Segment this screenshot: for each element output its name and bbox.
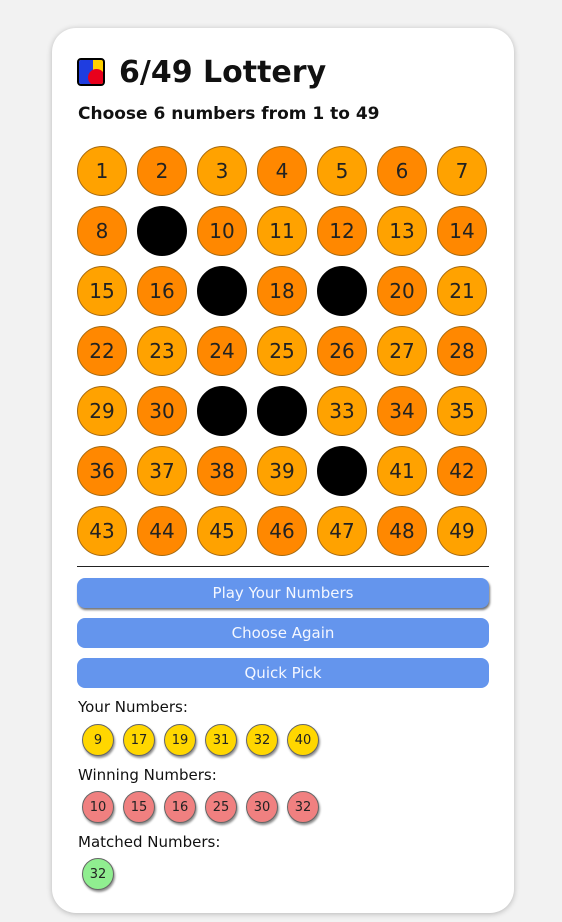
- number-ball-2[interactable]: 2: [137, 146, 187, 196]
- lottery-logo-icon: [77, 58, 105, 86]
- number-ball-27[interactable]: 27: [377, 326, 427, 376]
- number-ball-21[interactable]: 21: [437, 266, 487, 316]
- number-ball-22[interactable]: 22: [77, 326, 127, 376]
- number-ball-15[interactable]: 15: [77, 266, 127, 316]
- winning-number-chip: 30: [246, 791, 278, 823]
- number-ball-13[interactable]: 13: [377, 206, 427, 256]
- number-ball-39[interactable]: 39: [257, 446, 307, 496]
- number-ball-28[interactable]: 28: [437, 326, 487, 376]
- number-ball-10[interactable]: 10: [197, 206, 247, 256]
- winning-number-chip: 32: [287, 791, 319, 823]
- play-your-numbers-button[interactable]: Play Your Numbers: [77, 578, 489, 608]
- number-ball-42[interactable]: 42: [437, 446, 487, 496]
- matched-numbers-list: 32: [82, 858, 114, 890]
- winning-number-chip: 25: [205, 791, 237, 823]
- winning-number-chip: 10: [82, 791, 114, 823]
- winning-number-chip: 15: [123, 791, 155, 823]
- winning-number-chip: 16: [164, 791, 196, 823]
- your-number-chip: 9: [82, 724, 114, 756]
- number-grid: 1234567891011121314151617181920212223242…: [77, 146, 487, 556]
- number-ball-43[interactable]: 43: [77, 506, 127, 556]
- number-ball-24[interactable]: 24: [197, 326, 247, 376]
- number-ball-7[interactable]: 7: [437, 146, 487, 196]
- number-ball-41[interactable]: 41: [377, 446, 427, 496]
- divider: [77, 566, 489, 567]
- instructions: Choose 6 numbers from 1 to 49: [78, 104, 380, 124]
- number-ball-16[interactable]: 16: [137, 266, 187, 316]
- number-ball-5[interactable]: 5: [317, 146, 367, 196]
- number-ball-40[interactable]: 40: [317, 446, 367, 496]
- number-ball-19[interactable]: 19: [317, 266, 367, 316]
- choose-again-button[interactable]: Choose Again: [77, 618, 489, 648]
- number-ball-18[interactable]: 18: [257, 266, 307, 316]
- number-ball-23[interactable]: 23: [137, 326, 187, 376]
- your-numbers-list: 9 17 19 31 32 40: [82, 724, 319, 756]
- number-ball-1[interactable]: 1: [77, 146, 127, 196]
- lottery-card: 6/49 Lottery Choose 6 numbers from 1 to …: [52, 28, 514, 913]
- page-title: 6/49 Lottery: [119, 54, 327, 90]
- number-ball-8[interactable]: 8: [77, 206, 127, 256]
- your-number-chip: 19: [164, 724, 196, 756]
- matched-number-chip: 32: [82, 858, 114, 890]
- number-ball-38[interactable]: 38: [197, 446, 247, 496]
- number-ball-9[interactable]: 9: [137, 206, 187, 256]
- number-ball-14[interactable]: 14: [437, 206, 487, 256]
- number-ball-47[interactable]: 47: [317, 506, 367, 556]
- number-ball-6[interactable]: 6: [377, 146, 427, 196]
- number-ball-30[interactable]: 30: [137, 386, 187, 436]
- winning-numbers-list: 10 15 16 25 30 32: [82, 791, 319, 823]
- number-ball-32[interactable]: 32: [257, 386, 307, 436]
- number-ball-46[interactable]: 46: [257, 506, 307, 556]
- number-ball-11[interactable]: 11: [257, 206, 307, 256]
- quick-pick-button[interactable]: Quick Pick: [77, 658, 489, 688]
- number-ball-36[interactable]: 36: [77, 446, 127, 496]
- number-ball-4[interactable]: 4: [257, 146, 307, 196]
- your-numbers-label: Your Numbers:: [78, 698, 188, 716]
- your-number-chip: 40: [287, 724, 319, 756]
- number-ball-33[interactable]: 33: [317, 386, 367, 436]
- number-ball-48[interactable]: 48: [377, 506, 427, 556]
- your-number-chip: 17: [123, 724, 155, 756]
- number-ball-31[interactable]: 31: [197, 386, 247, 436]
- winning-numbers-label: Winning Numbers:: [78, 766, 217, 784]
- number-ball-26[interactable]: 26: [317, 326, 367, 376]
- number-ball-49[interactable]: 49: [437, 506, 487, 556]
- number-ball-45[interactable]: 45: [197, 506, 247, 556]
- title-row: 6/49 Lottery: [77, 52, 326, 92]
- number-ball-25[interactable]: 25: [257, 326, 307, 376]
- your-number-chip: 32: [246, 724, 278, 756]
- number-ball-35[interactable]: 35: [437, 386, 487, 436]
- number-ball-44[interactable]: 44: [137, 506, 187, 556]
- matched-numbers-label: Matched Numbers:: [78, 833, 221, 851]
- number-ball-29[interactable]: 29: [77, 386, 127, 436]
- your-number-chip: 31: [205, 724, 237, 756]
- number-ball-20[interactable]: 20: [377, 266, 427, 316]
- number-ball-12[interactable]: 12: [317, 206, 367, 256]
- number-ball-3[interactable]: 3: [197, 146, 247, 196]
- number-ball-17[interactable]: 17: [197, 266, 247, 316]
- number-ball-34[interactable]: 34: [377, 386, 427, 436]
- number-ball-37[interactable]: 37: [137, 446, 187, 496]
